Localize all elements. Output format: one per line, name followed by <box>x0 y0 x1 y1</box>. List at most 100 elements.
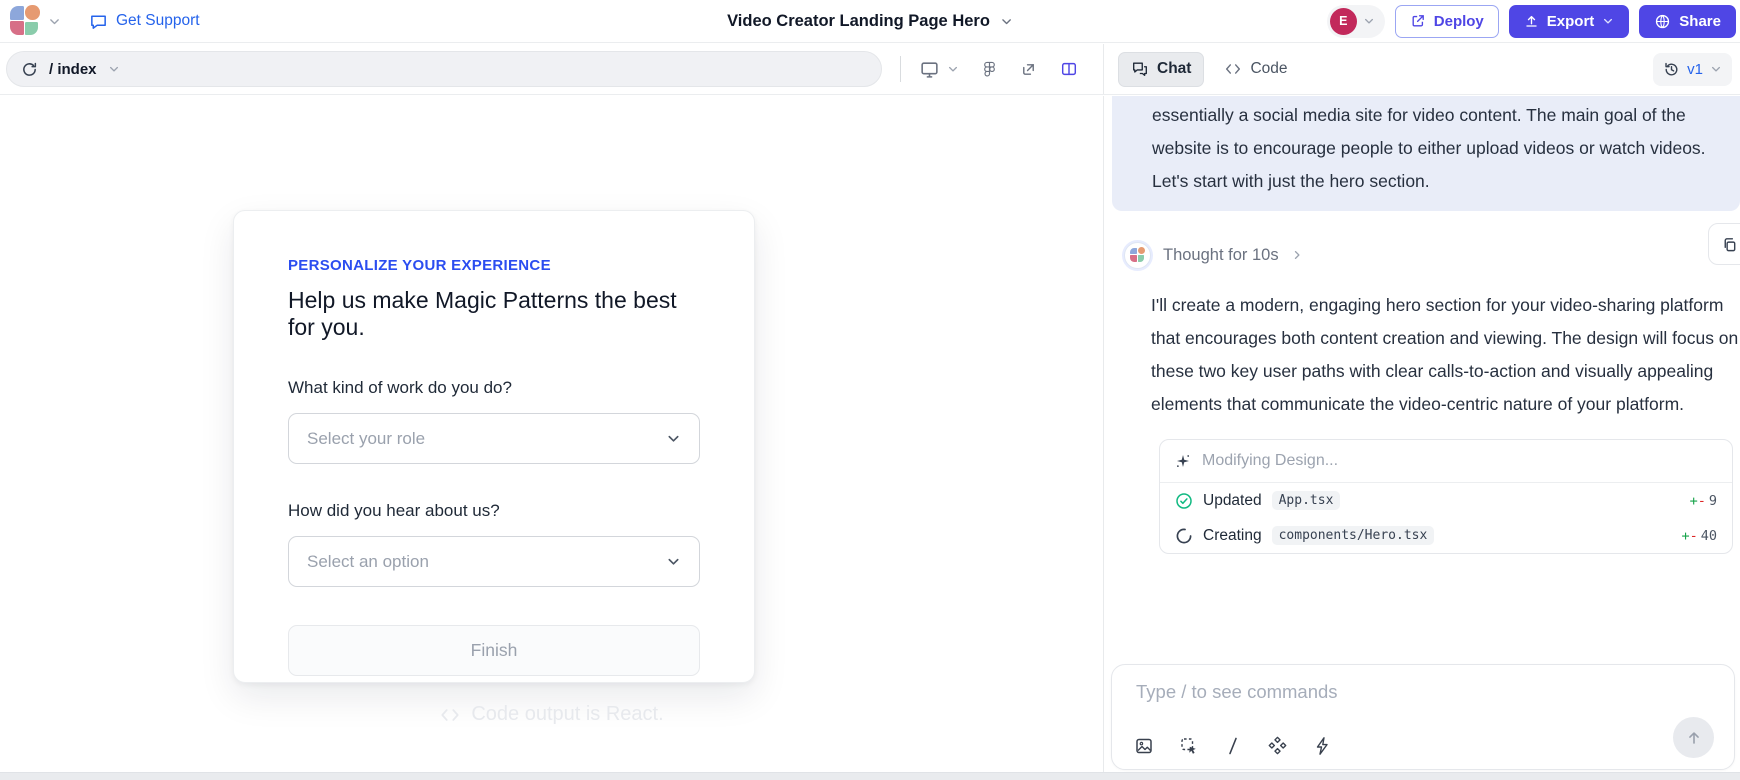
globe-icon <box>1654 13 1671 30</box>
avatar: E <box>1330 8 1357 35</box>
copy-message-button[interactable] <box>1708 223 1740 265</box>
route-bar[interactable]: / index <box>6 51 882 87</box>
device-chevron-down-icon <box>947 63 959 75</box>
activity-file-chip: App.tsx <box>1272 491 1341 510</box>
device-preview-toggle[interactable] <box>919 59 959 80</box>
preview-toolbar: / index <box>0 44 1104 94</box>
role-select-chevron-down-icon <box>666 431 681 446</box>
role-question-label: What kind of work do you do? <box>288 378 700 398</box>
modal-title: Help us make Magic Patterns the best for… <box>288 287 700 341</box>
user-message-body: essentially a social media site for vide… <box>1152 99 1718 165</box>
diff-plus: + <box>1681 528 1689 544</box>
chat-input-box <box>1111 664 1735 770</box>
user-message-last-line: Let's start with just the hero section. <box>1152 165 1718 198</box>
lightning-bolt-icon[interactable] <box>1313 736 1331 756</box>
split-panel-toggle-icon[interactable] <box>1060 60 1078 78</box>
version-chevron-down-icon <box>1710 63 1722 75</box>
logo-menu-chevron-down-icon[interactable] <box>48 15 61 28</box>
chat-messages[interactable]: that lets creators upload and share thei… <box>1104 96 1740 656</box>
referral-select-placeholder: Select an option <box>307 552 429 572</box>
components-diamonds-icon[interactable] <box>1267 735 1288 756</box>
modal-eyebrow: PERSONALIZE YOUR EXPERIENCE <box>288 257 700 274</box>
code-brackets-icon <box>1224 60 1242 78</box>
role-select[interactable]: Select your role <box>288 413 700 464</box>
chat-bubbles-icon <box>1131 60 1149 78</box>
preview-canvas: PERSONALIZE YOUR EXPERIENCE Help us make… <box>0 96 1104 772</box>
sparkle-icon <box>1175 453 1191 469</box>
export-button[interactable]: Export <box>1509 5 1630 38</box>
deploy-label: Deploy <box>1434 13 1484 30</box>
spinner-icon <box>1175 527 1193 545</box>
diff-stats: +-9 <box>1690 493 1717 509</box>
thought-expand-chevron-right-icon[interactable] <box>1291 249 1303 261</box>
project-title-group[interactable]: Video Creator Landing Page Hero <box>727 12 1013 31</box>
activity-status: Creating <box>1203 527 1262 545</box>
chat-input[interactable] <box>1136 681 1654 703</box>
toolbar-divider <box>900 56 901 82</box>
tab-code-label: Code <box>1250 60 1287 78</box>
finish-button[interactable]: Finish <box>288 625 700 676</box>
desktop-monitor-icon <box>919 59 940 80</box>
send-message-button[interactable] <box>1673 717 1714 758</box>
get-support-label: Get Support <box>116 12 200 30</box>
magic-patterns-logo[interactable] <box>10 6 40 36</box>
activity-row-creating[interactable]: Creating components/Hero.tsx +-40 <box>1160 518 1732 553</box>
top-bar-left: Get Support <box>10 6 200 36</box>
check-circle-icon <box>1175 492 1193 510</box>
route-path: / index <box>49 61 97 78</box>
chat-input-tools <box>1134 735 1331 756</box>
personalize-modal: PERSONALIZE YOUR EXPERIENCE Help us make… <box>233 210 755 683</box>
diff-minus: - <box>1698 493 1706 509</box>
magic-patterns-mini-logo <box>1130 248 1145 263</box>
slash-command-icon[interactable] <box>1224 736 1242 756</box>
diff-minus: - <box>1690 528 1698 544</box>
open-in-new-window-icon[interactable] <box>1020 61 1037 78</box>
figma-icon[interactable] <box>982 61 997 78</box>
route-chevron-down-icon[interactable] <box>108 63 120 75</box>
activity-row-updated[interactable]: Updated App.tsx +-9 <box>1160 483 1732 518</box>
magic-patterns-app: Get Support Video Creator Landing Page H… <box>0 0 1740 780</box>
preview-tools <box>919 59 1078 80</box>
toolbar-row: / index <box>0 44 1740 95</box>
diff-stats: +-40 <box>1681 528 1717 544</box>
tab-chat[interactable]: Chat <box>1118 52 1204 87</box>
referral-select-chevron-down-icon <box>666 554 681 569</box>
top-bar: Get Support Video Creator Landing Page H… <box>0 0 1740 43</box>
user-message-bubble: that lets creators upload and share thei… <box>1112 96 1740 211</box>
share-label: Share <box>1679 13 1721 30</box>
activity-status: Updated <box>1203 492 1262 510</box>
footnote-text: Code output is React. <box>471 703 663 726</box>
role-select-placeholder: Select your role <box>307 429 425 449</box>
window-bottom-edge <box>0 772 1740 780</box>
upload-icon <box>1524 14 1539 29</box>
history-icon <box>1663 61 1680 78</box>
attach-image-icon[interactable] <box>1134 736 1154 756</box>
external-link-icon <box>1410 13 1426 29</box>
project-title: Video Creator Landing Page Hero <box>727 12 990 31</box>
get-support-link[interactable]: Get Support <box>89 12 200 31</box>
export-label: Export <box>1547 13 1595 30</box>
account-menu[interactable]: E <box>1327 5 1385 38</box>
version-selector[interactable]: v1 <box>1653 53 1732 86</box>
referral-question-label: How did you hear about us? <box>288 501 700 521</box>
refresh-icon[interactable] <box>21 61 38 78</box>
export-chevron-down-icon <box>1602 15 1614 27</box>
activity-header-label: Modifying Design... <box>1202 452 1338 470</box>
select-element-icon[interactable] <box>1179 736 1199 756</box>
deploy-button[interactable]: Deploy <box>1395 5 1499 38</box>
main-area: PERSONALIZE YOUR EXPERIENCE Help us make… <box>0 96 1740 772</box>
tab-code[interactable]: Code <box>1224 60 1287 78</box>
thought-row[interactable]: Thought for 10s <box>1124 241 1740 269</box>
referral-select[interactable]: Select an option <box>288 536 700 587</box>
account-chevron-down-icon <box>1363 15 1375 27</box>
chat-panel: that lets creators upload and share thei… <box>1104 96 1740 772</box>
share-button[interactable]: Share <box>1639 5 1736 38</box>
activity-header: Modifying Design... <box>1160 440 1732 483</box>
diff-count: 40 <box>1701 528 1717 544</box>
code-brackets-icon <box>439 704 461 726</box>
diff-plus: + <box>1690 493 1698 509</box>
thought-label: Thought for 10s <box>1163 246 1279 265</box>
assistant-avatar <box>1124 242 1151 269</box>
canvas-footnote: Code output is React. <box>0 703 1103 726</box>
tab-chat-label: Chat <box>1157 60 1191 78</box>
